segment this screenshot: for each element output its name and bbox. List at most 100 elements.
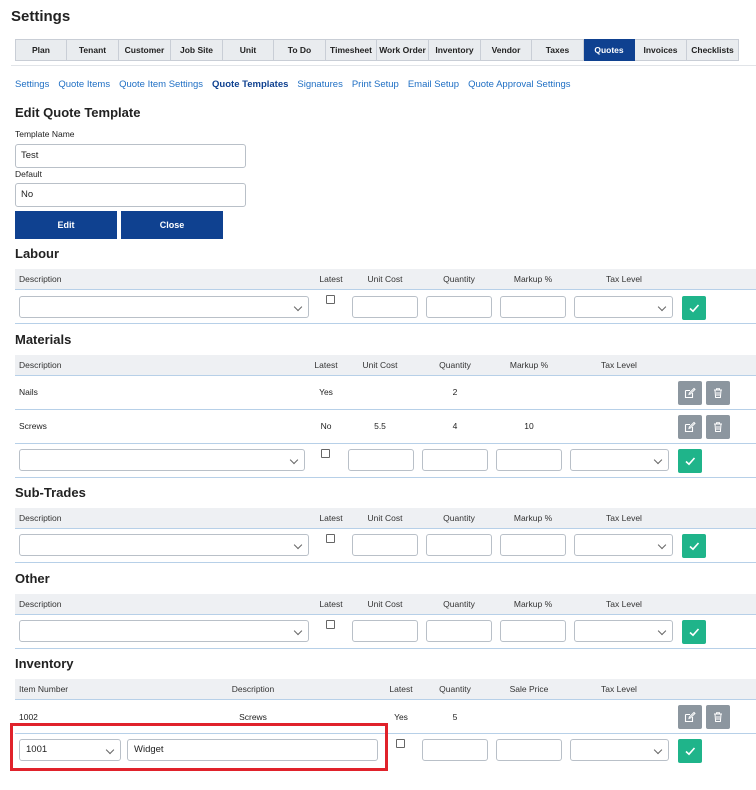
tab-quotes[interactable]: Quotes [584, 39, 635, 61]
close-button[interactable]: Close [121, 211, 223, 239]
other-add-button[interactable] [682, 620, 706, 644]
template-name-field[interactable]: Test [15, 144, 246, 168]
inventory-sale-price-input[interactable] [496, 739, 562, 761]
other-unit-cost-input[interactable] [352, 620, 418, 642]
col-unit-cost: Unit Cost [367, 274, 403, 284]
materials-add-button[interactable] [678, 449, 702, 473]
tab-vendor[interactable]: Vendor [481, 39, 532, 61]
subtrades-latest-checkbox[interactable] [326, 534, 335, 543]
chevron-down-icon [289, 455, 299, 465]
tab-work-order[interactable]: Work Order [377, 39, 429, 61]
quotes-subnav: Settings Quote Items Quote Item Settings… [15, 79, 571, 90]
other-markup-input[interactable] [500, 620, 566, 642]
subtrades-tax-level-select[interactable] [574, 534, 673, 556]
tab-todo[interactable]: To Do [274, 39, 326, 61]
inventory-add-button[interactable] [678, 739, 702, 763]
col-unit-cost: Unit Cost [367, 513, 403, 523]
tab-job-site[interactable]: Job Site [171, 39, 223, 61]
subtrades-description-select[interactable] [19, 534, 309, 556]
other-title: Other [15, 571, 50, 586]
subnav-quote-templates[interactable]: Quote Templates [212, 79, 288, 90]
tab-tenant[interactable]: Tenant [67, 39, 119, 61]
col-markup: Markup % [513, 274, 553, 284]
col-tax-level: Tax Level [606, 599, 642, 609]
subnav-print-setup[interactable]: Print Setup [352, 79, 399, 90]
materials-markup-cell: 10 [524, 421, 534, 431]
subtrades-add-button[interactable] [682, 534, 706, 558]
materials-tax-level-select[interactable] [570, 449, 669, 471]
col-unit-cost: Unit Cost [367, 599, 403, 609]
check-icon [689, 628, 700, 637]
col-tax-level: Tax Level [601, 360, 637, 370]
labour-add-button[interactable] [682, 296, 706, 320]
col-quantity: Quantity [443, 274, 475, 284]
subnav-signatures[interactable]: Signatures [297, 79, 342, 90]
labour-markup-input[interactable] [500, 296, 566, 318]
inventory-latest-checkbox[interactable] [396, 739, 405, 748]
col-markup: Markup % [513, 599, 553, 609]
inventory-title: Inventory [15, 656, 74, 671]
col-description: Description [231, 684, 275, 694]
subnav-email-setup[interactable]: Email Setup [408, 79, 459, 90]
edit-row-button[interactable] [678, 705, 702, 729]
settings-tabs: Plan Tenant Customer Job Site Unit To Do… [15, 39, 739, 61]
tab-taxes[interactable]: Taxes [532, 39, 584, 61]
tab-unit[interactable]: Unit [223, 39, 274, 61]
col-description: Description [19, 599, 62, 609]
labour-tax-level-select[interactable] [574, 296, 673, 318]
other-tax-level-select[interactable] [574, 620, 673, 642]
tab-checklists[interactable]: Checklists [687, 39, 739, 61]
edit-icon [684, 421, 696, 433]
subnav-quote-approval-settings[interactable]: Quote Approval Settings [468, 79, 570, 90]
edit-row-button[interactable] [678, 415, 702, 439]
subnav-quote-items[interactable]: Quote Items [58, 79, 110, 90]
labour-latest-checkbox[interactable] [326, 295, 335, 304]
chevron-down-icon [653, 455, 663, 465]
subnav-quote-item-settings[interactable]: Quote Item Settings [119, 79, 203, 90]
default-field[interactable]: No [15, 183, 246, 207]
edit-row-button[interactable] [678, 381, 702, 405]
subtrades-header: Description Latest Unit Cost Quantity Ma… [15, 508, 756, 528]
tab-plan[interactable]: Plan [15, 39, 67, 61]
inventory-latest-cell: Yes [394, 712, 408, 722]
materials-unit-cost-cell: 5.5 [374, 421, 386, 431]
subnav-settings[interactable]: Settings [15, 79, 49, 90]
edit-button[interactable]: Edit [15, 211, 117, 239]
tab-inventory[interactable]: Inventory [429, 39, 481, 61]
materials-latest-checkbox[interactable] [321, 449, 330, 458]
subtrades-entry-row [15, 528, 756, 563]
edit-icon [684, 387, 696, 399]
tab-timesheet[interactable]: Timesheet [326, 39, 377, 61]
inventory-quantity-input[interactable] [422, 739, 488, 761]
col-sale-price: Sale Price [509, 684, 549, 694]
materials-description-select[interactable] [19, 449, 305, 471]
tab-customer[interactable]: Customer [119, 39, 171, 61]
tab-invoices[interactable]: Invoices [635, 39, 687, 61]
labour-quantity-input[interactable] [426, 296, 492, 318]
labour-description-select[interactable] [19, 296, 309, 318]
materials-title: Materials [15, 332, 72, 347]
other-header: Description Latest Unit Cost Quantity Ma… [15, 594, 756, 614]
other-description-select[interactable] [19, 620, 309, 642]
materials-quantity-input[interactable] [422, 449, 488, 471]
labour-entry-row [15, 289, 756, 324]
other-latest-checkbox[interactable] [326, 620, 335, 629]
materials-quantity-cell: 2 [452, 387, 458, 397]
delete-row-button[interactable] [706, 381, 730, 405]
inventory-description-cell: Screws [239, 712, 267, 722]
labour-unit-cost-input[interactable] [352, 296, 418, 318]
inventory-tax-level-select[interactable] [570, 739, 669, 761]
col-markup: Markup % [513, 513, 553, 523]
subtrades-unit-cost-input[interactable] [352, 534, 418, 556]
inventory-header: Item Number Description Latest Quantity … [15, 679, 756, 699]
subtrades-quantity-input[interactable] [426, 534, 492, 556]
other-quantity-input[interactable] [426, 620, 492, 642]
materials-unit-cost-input[interactable] [348, 449, 414, 471]
col-description: Description [19, 513, 62, 523]
materials-markup-input[interactable] [496, 449, 562, 471]
labour-header: Description Latest Unit Cost Quantity Ma… [15, 269, 756, 289]
delete-row-button[interactable] [706, 705, 730, 729]
chevron-down-icon [657, 302, 667, 312]
delete-row-button[interactable] [706, 415, 730, 439]
subtrades-markup-input[interactable] [500, 534, 566, 556]
